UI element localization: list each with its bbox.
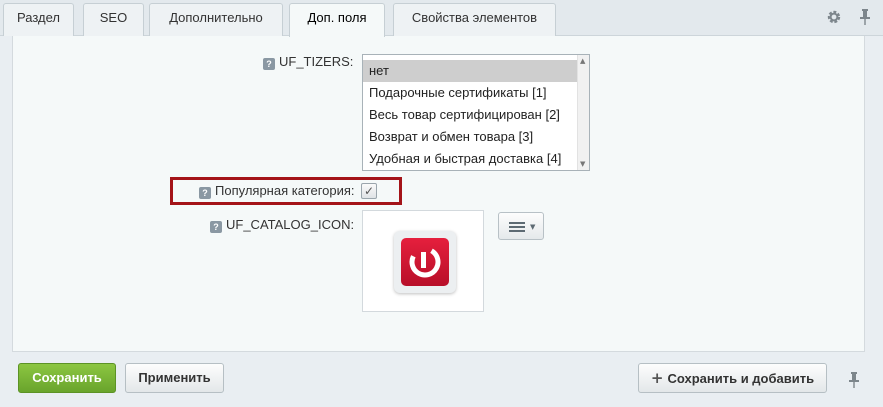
tizers-option[interactable]: нет [363, 60, 589, 82]
catalog-icon-preview[interactable] [362, 210, 484, 312]
apply-button-label: Применить [138, 370, 211, 385]
tab-label: Раздел [17, 10, 60, 25]
tizers-label-text: UF_TIZERS: [279, 54, 354, 69]
popular-label-text: Популярная категория: [215, 183, 355, 198]
pin-icon[interactable] [859, 8, 871, 26]
catalog-icon-menu-button[interactable]: ▼ [498, 212, 544, 240]
tab-dopolnitelno[interactable]: Дополнительно [149, 3, 283, 36]
plus-icon: + [650, 369, 664, 387]
tab-svoystva-elementov[interactable]: Свойства элементов [393, 3, 556, 36]
popular-checkbox[interactable]: ✓ [361, 183, 377, 199]
tizers-option[interactable]: Весь товар сертифицирован [2] [363, 104, 589, 126]
catalog-icon-label: ? UF_CATALOG_ICON: [210, 217, 354, 233]
tab-label: Доп. поля [307, 10, 367, 25]
scroll-up-icon[interactable]: ▲ [580, 57, 585, 65]
save-and-add-button[interactable]: + Сохранить и добавить [638, 363, 827, 393]
catalog-icon-label-text: UF_CATALOG_ICON: [226, 217, 355, 232]
tab-label: Свойства элементов [411, 10, 538, 25]
popular-label: ? Популярная категория: [199, 183, 355, 199]
listbox-scrollbar[interactable]: ▲ ▼ [577, 55, 589, 170]
save-button-label: Сохранить [32, 370, 102, 385]
red-app-logo-icon [394, 231, 456, 293]
help-icon[interactable]: ? [199, 187, 211, 199]
save-button[interactable]: Сохранить [18, 363, 116, 393]
tab-razdel[interactable]: Раздел [3, 3, 74, 36]
tizers-option[interactable]: Удобная и быстрая доставка [4] [363, 148, 589, 170]
tizers-option[interactable]: Возврат и обмен товара [3] [363, 126, 589, 148]
tizers-multiselect[interactable]: нет Подарочные сертификаты [1] Весь това… [362, 54, 590, 171]
tab-seo[interactable]: SEO [83, 3, 144, 36]
tab-dop-polya[interactable]: Доп. поля [289, 3, 385, 37]
gear-icon[interactable] [826, 9, 842, 25]
tab-label: SEO [99, 10, 128, 25]
apply-button[interactable]: Применить [125, 363, 224, 393]
save-and-add-label: Сохранить и добавить [667, 371, 815, 386]
check-icon: ✓ [363, 184, 375, 198]
tab-label: Дополнительно [169, 10, 263, 25]
scroll-down-icon[interactable]: ▼ [580, 160, 585, 168]
tizers-option[interactable]: Подарочные сертификаты [1] [363, 82, 589, 104]
pin-icon[interactable] [848, 371, 860, 389]
help-icon[interactable]: ? [210, 221, 222, 233]
help-icon[interactable]: ? [263, 58, 275, 70]
tab-bar: Раздел SEO Дополнительно Доп. поля Свойс… [0, 0, 883, 37]
chevron-down-icon: ▼ [530, 223, 536, 231]
hamburger-icon [509, 222, 525, 232]
tizers-label: ? UF_TIZERS: [263, 54, 353, 70]
